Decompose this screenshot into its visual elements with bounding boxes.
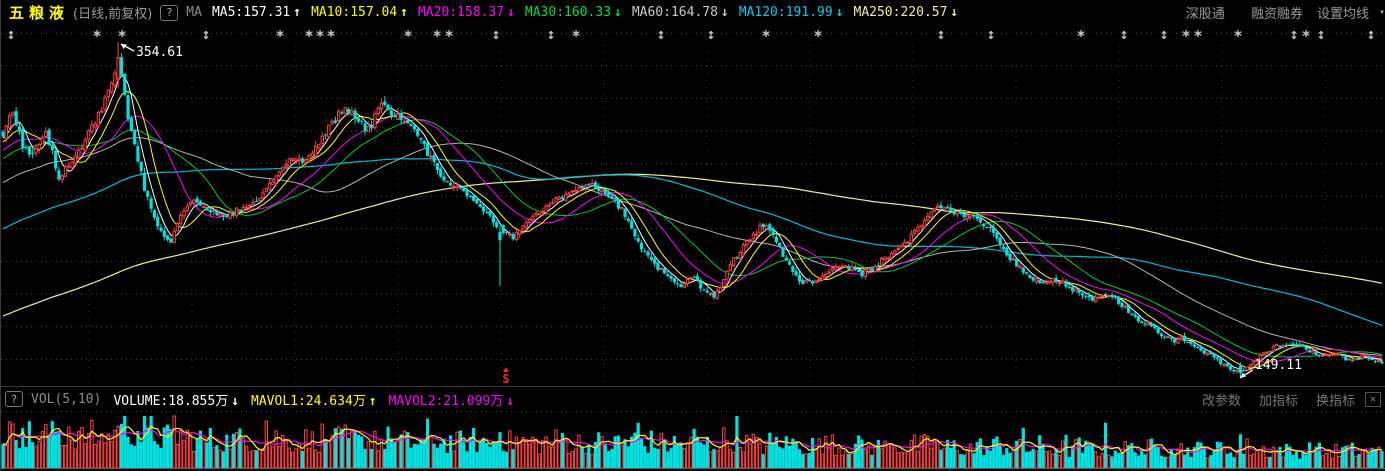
svg-text:*: * <box>433 27 441 45</box>
ma-value: MA120:191.99↓ <box>739 5 844 20</box>
close-icon[interactable]: ✕ <box>1365 392 1381 407</box>
volume-chart-canvas[interactable] <box>1 411 1385 468</box>
svg-text:*: * <box>1182 27 1190 45</box>
svg-text:↕: ↕ <box>1289 29 1298 42</box>
help-icon[interactable]: ? <box>160 5 178 21</box>
svg-text:*: * <box>814 27 822 45</box>
ma-value: MA30:160.33↓ <box>525 5 622 20</box>
top-links: 深股通 融资融券 <box>1186 3 1303 22</box>
indicator-action-button[interactable]: 改参数 <box>1202 390 1241 409</box>
indicator-action-button[interactable]: 加指标 <box>1259 390 1298 409</box>
trend-arrow-icon: ↓ <box>614 5 622 20</box>
ma-indicator-label: MA <box>186 5 202 20</box>
volume-indicator-bar: ? VOL(5,10) VOLUME:18.855万↓ MAVOL1:24.634… <box>1 387 1385 411</box>
vol-indicator-label: VOL(5,10) <box>31 392 101 407</box>
main-chart-pane[interactable]: ↕**↕*******↕↕*↕↕**↕↕*↕↕***↕*↕↕354.61149.… <box>1 25 1385 387</box>
svg-text:*: * <box>404 27 412 45</box>
vol-value: MAVOL1:24.634万↑ <box>251 390 377 409</box>
svg-text:*: * <box>93 27 101 45</box>
svg-text:↕: ↕ <box>1159 29 1168 42</box>
trend-arrow-icon: ↓ <box>836 5 844 20</box>
stock-name: 五粮液 <box>9 2 69 23</box>
svg-text:*: * <box>276 27 284 45</box>
top-link[interactable]: 深股通 <box>1186 3 1225 22</box>
svg-text:*: * <box>572 27 580 45</box>
svg-text:↕: ↕ <box>656 29 665 42</box>
stock-chart-window: 五粮液 (日线,前复权) ? MA MA5:157.31↑ MA10:157.04… <box>0 0 1385 471</box>
trend-arrow-icon: ↓ <box>506 394 514 409</box>
svg-text:*: * <box>305 27 313 45</box>
trend-arrow-icon: ↑ <box>293 5 301 20</box>
trend-arrow-icon: ↓ <box>507 5 515 20</box>
ma-values-list: MA5:157.31↑ MA10:157.04↑ MA20:158.37↓ MA30:… <box>212 5 968 20</box>
top-indicator-bar: 五粮液 (日线,前复权) ? MA MA5:157.31↑ MA10:157.04… <box>1 0 1385 25</box>
indicator-action-button[interactable]: 换指标 <box>1316 390 1355 409</box>
vol-values-list: VOLUME:18.855万↓ MAVOL1:24.634万↑ MAVOL2:21.… <box>113 390 526 409</box>
trend-arrow-icon: ↓ <box>231 394 239 409</box>
svg-text:*: * <box>1077 27 1085 45</box>
svg-text:*: * <box>1194 27 1202 45</box>
svg-text:↕: ↕ <box>1366 29 1375 42</box>
svg-text:↕: ↕ <box>986 29 995 42</box>
svg-text:↕: ↕ <box>936 29 945 42</box>
svg-text:↕: ↕ <box>1119 29 1128 42</box>
svg-text:*: * <box>316 27 324 45</box>
ma-value: MA5:157.31↑ <box>212 5 301 20</box>
svg-text:↕: ↕ <box>706 29 715 42</box>
svg-text:*: * <box>762 27 770 45</box>
vol-value: MAVOL2:21.099万↓ <box>389 390 515 409</box>
trend-arrow-icon: ↑ <box>369 394 377 409</box>
ma-value: MA60:164.78↓ <box>632 5 729 20</box>
volume-chart-pane[interactable] <box>1 411 1385 468</box>
svg-text:S: S <box>502 372 509 386</box>
svg-text:149.11: 149.11 <box>1255 358 1302 373</box>
ma-value: MA250:220.57↓ <box>854 5 959 20</box>
svg-text:↕: ↕ <box>6 29 15 42</box>
trend-arrow-icon: ↑ <box>400 5 408 20</box>
svg-text:↕: ↕ <box>1316 29 1325 42</box>
help-icon[interactable]: ? <box>5 391 23 407</box>
svg-text:↕: ↕ <box>491 29 500 42</box>
ma-value: MA10:157.04↑ <box>311 5 408 20</box>
svg-text:354.61: 354.61 <box>136 45 183 60</box>
vol-value: VOLUME:18.855万↓ <box>113 390 239 409</box>
chevron-down-icon[interactable]: ▾ <box>1379 7 1385 18</box>
svg-text:↕: ↕ <box>201 29 210 42</box>
svg-text:↕: ↕ <box>546 29 555 42</box>
main-chart-canvas[interactable]: ↕**↕*******↕↕*↕↕**↕↕*↕↕***↕*↕↕354.61149.… <box>1 25 1385 386</box>
top-link[interactable]: 融资融券 <box>1251 3 1303 22</box>
svg-text:*: * <box>1234 27 1242 45</box>
ma-value: MA20:158.37↓ <box>418 5 515 20</box>
period-adjust-label: (日线,前复权) <box>73 3 152 22</box>
indicator-actions: 改参数加指标换指标 <box>1202 390 1355 409</box>
svg-text:*: * <box>327 27 335 45</box>
ma-settings-dropdown[interactable]: 设置均线 <box>1317 3 1369 22</box>
trend-arrow-icon: ↓ <box>721 5 729 20</box>
svg-text:*: * <box>445 27 453 45</box>
ma-settings-label[interactable]: 设置均线 <box>1317 3 1369 22</box>
svg-text:*: * <box>1302 27 1310 45</box>
trend-arrow-icon: ↓ <box>950 5 958 20</box>
svg-text:*: * <box>118 27 126 45</box>
